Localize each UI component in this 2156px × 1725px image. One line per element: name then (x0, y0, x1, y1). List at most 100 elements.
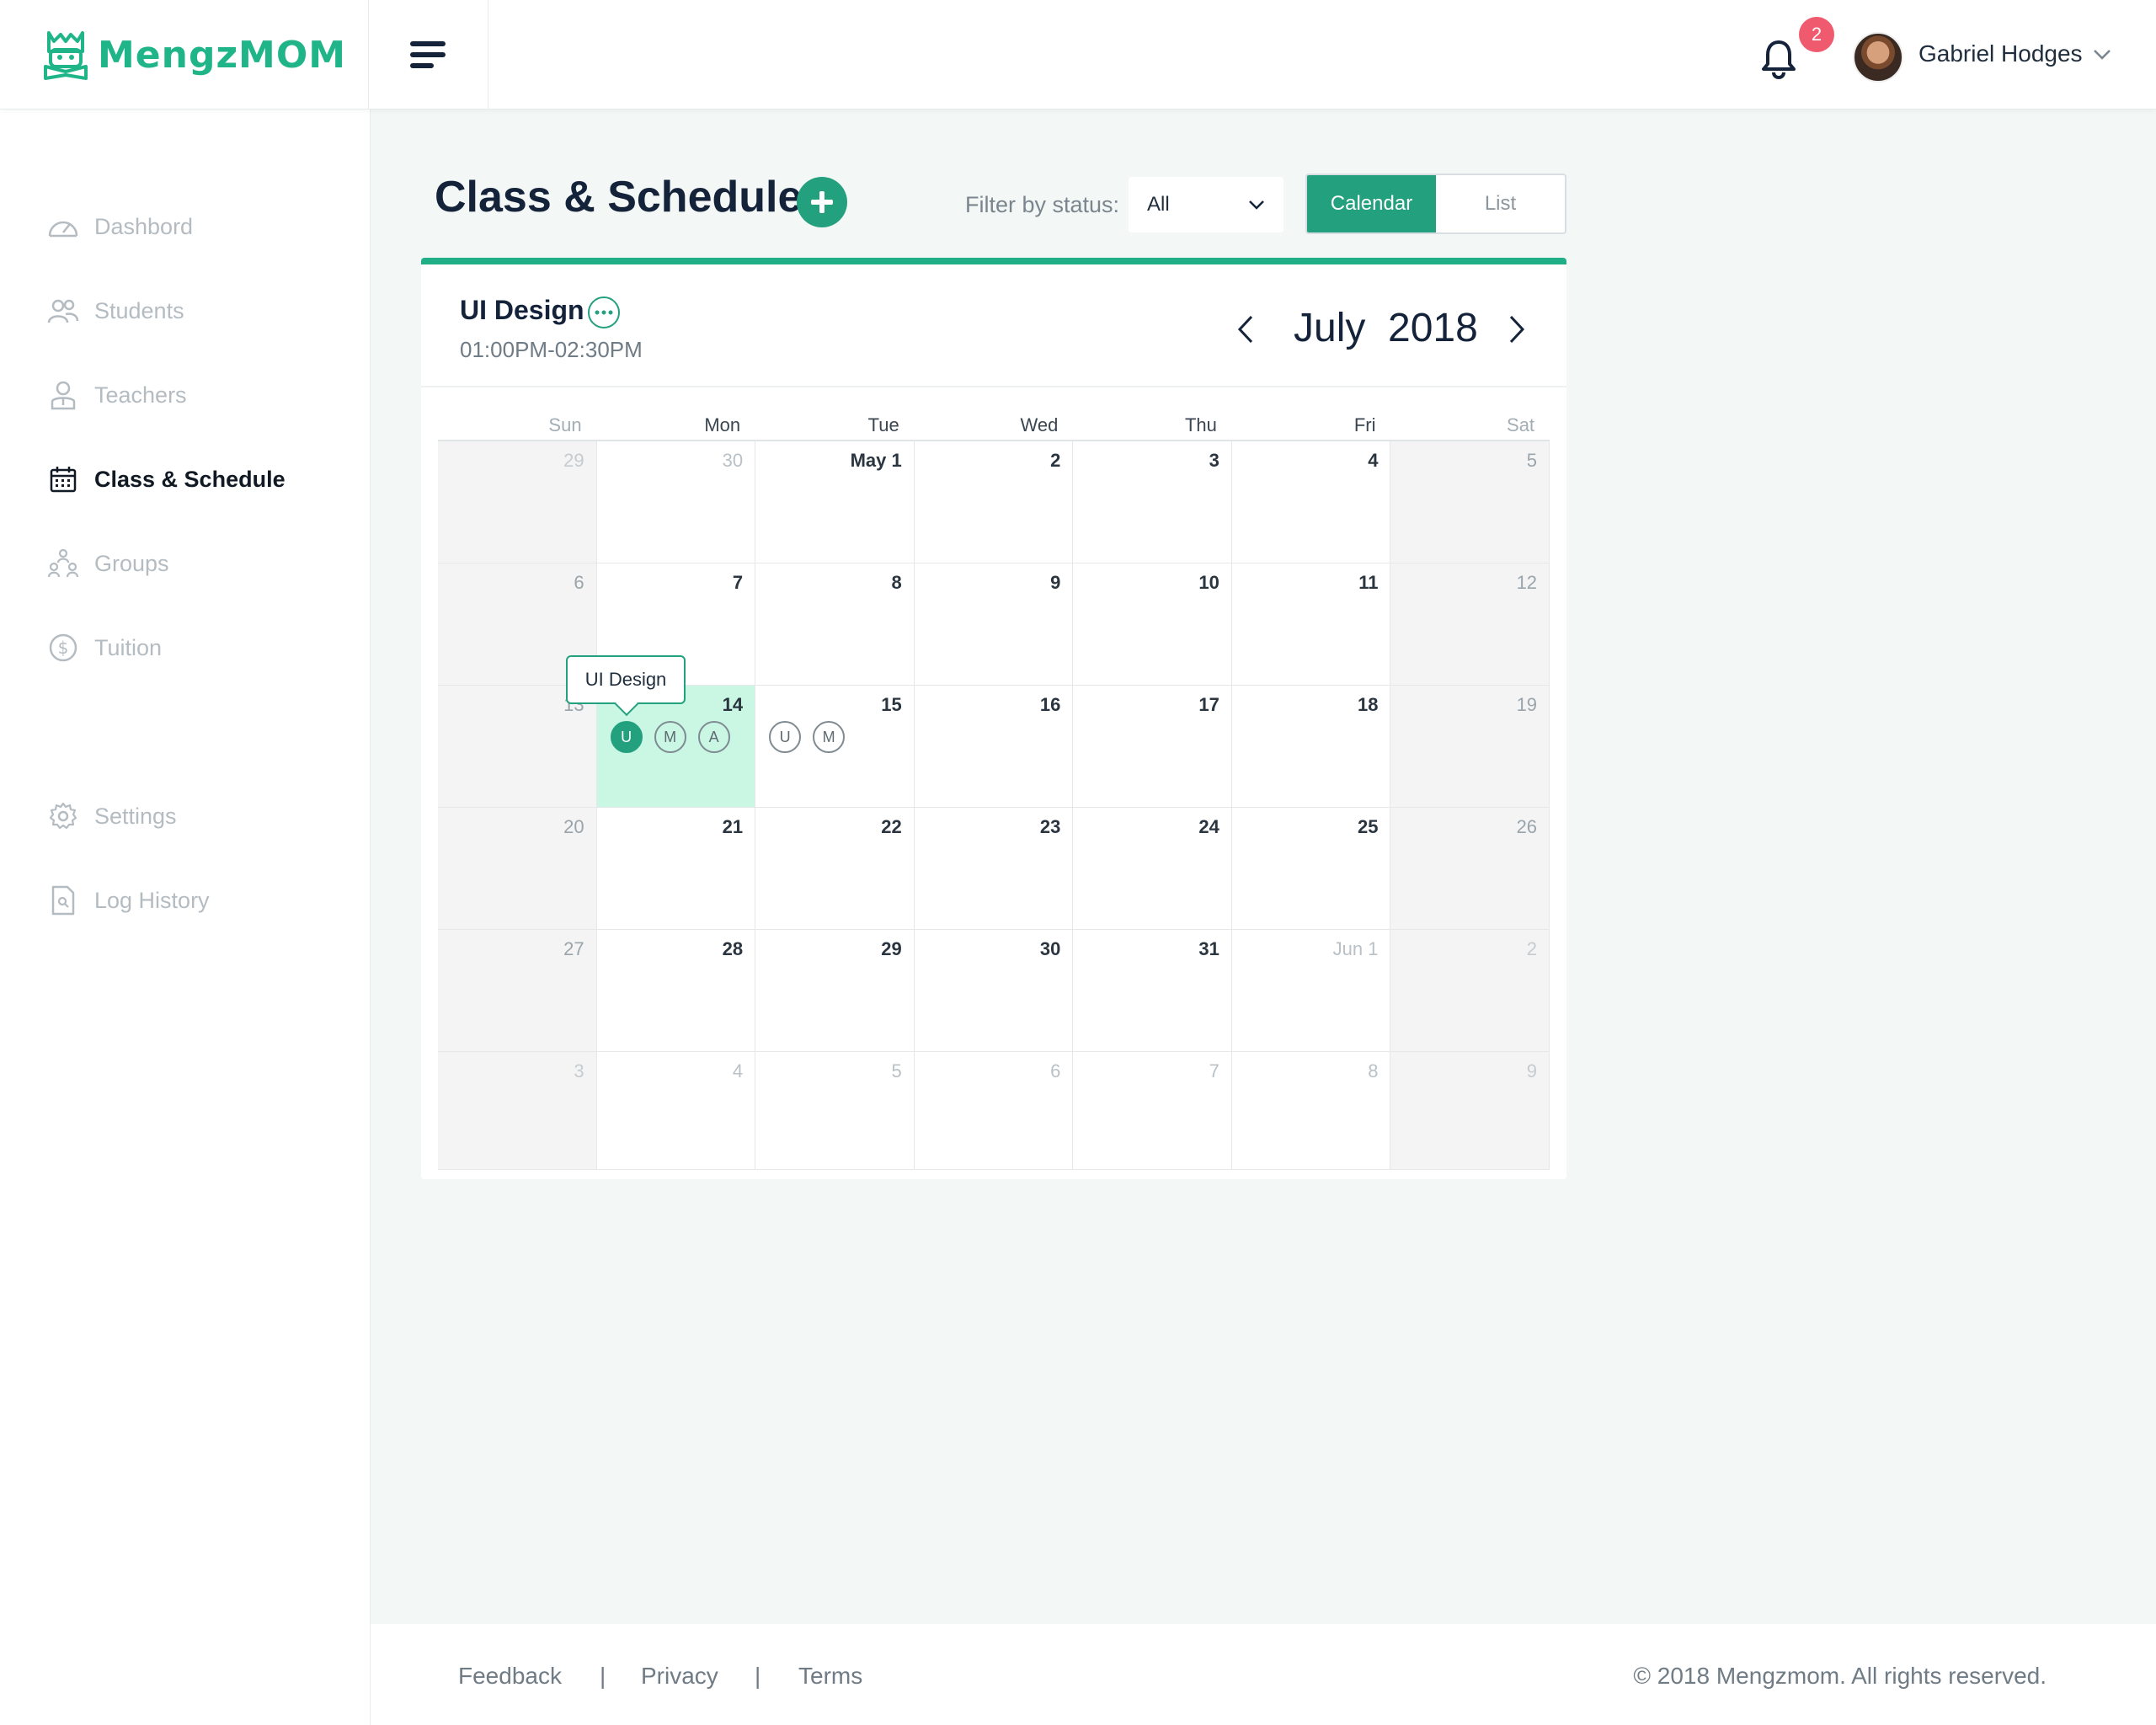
list-view-button[interactable]: List (1436, 175, 1565, 232)
sidebar-item-label: Groups (94, 550, 169, 576)
sidebar-item-label: Log History (94, 887, 210, 913)
sidebar-item-dashboard[interactable]: Dashbord (47, 206, 193, 248)
day-number: 16 (1039, 694, 1061, 715)
calendar-day[interactable]: 25 (1231, 808, 1391, 930)
calendar-day[interactable]: 30 (914, 930, 1074, 1052)
top-bar: MengzMOM 2 Gabriel Hodges (0, 0, 2156, 109)
event-chip[interactable]: U (769, 721, 802, 753)
day-number: 20 (563, 816, 584, 837)
calendar-day[interactable]: 10 (1073, 563, 1232, 686)
feedback-link[interactable]: Feedback (458, 1663, 562, 1690)
calendar-day[interactable]: 27 (438, 930, 597, 1052)
notifications-button[interactable] (1760, 39, 1797, 80)
event-more-button[interactable] (588, 296, 620, 328)
user-name[interactable]: Gabriel Hodges (1919, 40, 2083, 67)
sidebar-item-label: Tuition (94, 634, 163, 660)
weekday-label: Wed (1020, 414, 1059, 435)
calendar-day[interactable]: 23 (914, 808, 1074, 930)
sidebar-item-label: Settings (94, 803, 177, 829)
dashboard-icon (47, 211, 79, 243)
logo-icon (44, 31, 88, 80)
calendar-day[interactable]: 22 (755, 808, 915, 930)
sidebar-item-tuition[interactable]: $ Tuition (47, 627, 162, 669)
calendar-day[interactable]: 3 (1073, 441, 1232, 563)
day-number: 7 (732, 572, 744, 593)
day-number: 19 (1516, 694, 1538, 715)
previous-month-icon[interactable] (1236, 315, 1255, 344)
plus-icon (811, 191, 833, 213)
calendar-day[interactable]: 21 (596, 808, 756, 930)
weekday-label: Sun (548, 414, 582, 435)
calendar-day[interactable]: 2 (1390, 930, 1550, 1052)
calendar-day[interactable]: 9 (914, 563, 1074, 686)
day-number: 29 (881, 938, 902, 959)
calendar-day[interactable]: 4 (596, 1052, 756, 1170)
calendar-day[interactable]: 5 (755, 1052, 915, 1170)
day-number: 25 (1357, 816, 1379, 837)
day-number: 23 (1039, 816, 1061, 837)
chevron-down-icon[interactable] (2093, 49, 2111, 61)
filter-label: Filter by status: (965, 192, 1120, 217)
calendar-grid: Sun Mon Tue Wed Thu Fri Sat 29 30 May 1 … (438, 406, 1550, 1170)
event-chip[interactable]: A (697, 721, 730, 753)
sidebar-item-label: Dashbord (94, 213, 194, 239)
status-filter-select[interactable]: All (1129, 177, 1283, 232)
event-chip[interactable]: M (813, 721, 846, 753)
calendar-view-button[interactable]: Calendar (1307, 175, 1436, 232)
sidebar-item-students[interactable]: Students (47, 290, 184, 332)
logo-text: MengzMOM (98, 33, 347, 77)
calendar-day[interactable]: 31 (1073, 930, 1232, 1052)
calendar-day[interactable]: 8 (1231, 1052, 1391, 1170)
calendar-day[interactable]: 2 (914, 441, 1074, 563)
day-number: 9 (1050, 572, 1061, 593)
next-month-icon[interactable] (1508, 315, 1526, 344)
sidebar-item-log-history[interactable]: Log History (47, 879, 210, 921)
calendar-day[interactable]: 12 (1390, 563, 1550, 686)
sidebar-item-groups[interactable]: Groups (47, 542, 169, 585)
add-class-button[interactable] (797, 177, 847, 227)
calendar-day[interactable]: May 1 (755, 441, 915, 563)
calendar-day[interactable]: 11 (1231, 563, 1391, 686)
calendar-day[interactable]: 9 (1390, 1052, 1550, 1170)
sidebar-item-teachers[interactable]: Teachers (47, 374, 187, 416)
terms-link[interactable]: Terms (798, 1663, 862, 1690)
calendar-day[interactable]: 28 (596, 930, 756, 1052)
calendar-day[interactable]: 3 (438, 1052, 597, 1170)
calendar-day[interactable]: 8 (755, 563, 915, 686)
day-number: 3 (1209, 450, 1219, 471)
calendar-day[interactable]: 4 (1231, 441, 1391, 563)
calendar-header: UI Design 01:00PM-02:30PM July 2018 (421, 264, 1566, 387)
avatar[interactable] (1853, 32, 1903, 83)
dollar-icon: $ (47, 632, 79, 664)
sidebar-item-settings[interactable]: Settings (47, 795, 177, 837)
calendar-day[interactable]: 30 (596, 441, 756, 563)
day-number: 8 (1368, 1060, 1379, 1081)
calendar-day[interactable]: 5 (1390, 441, 1550, 563)
calendar-day[interactable]: 24 (1073, 808, 1232, 930)
calendar-day[interactable]: 29 (438, 441, 597, 563)
event-chip[interactable]: M (654, 721, 686, 753)
menu-toggle-button[interactable] (369, 0, 488, 109)
privacy-link[interactable]: Privacy (641, 1663, 718, 1690)
calendar-day[interactable]: 6 (914, 1052, 1074, 1170)
calendar-day[interactable]: 20 (438, 808, 597, 930)
calendar-day[interactable]: Jun 1 (1231, 930, 1391, 1052)
calendar-day[interactable]: 26 (1390, 808, 1550, 930)
event-chips: U M A (610, 721, 730, 753)
calendar-day[interactable]: 15 U M (755, 686, 915, 808)
calendar-day[interactable]: 7 (1073, 1052, 1232, 1170)
calendar-day[interactable]: 17 (1073, 686, 1232, 808)
sidebar-item-label: Teachers (94, 382, 187, 408)
calendar-day[interactable]: 29 (755, 930, 915, 1052)
event-chip[interactable]: U (610, 721, 643, 753)
day-number: 29 (563, 450, 584, 471)
event-tooltip: UI Design (566, 655, 686, 704)
sidebar-item-class-schedule[interactable]: Class & Schedule (47, 458, 286, 500)
notification-badge: 2 (1799, 17, 1834, 52)
logo[interactable]: MengzMOM (0, 0, 369, 109)
calendar-day[interactable]: 19 (1390, 686, 1550, 808)
calendar-day[interactable]: 18 (1231, 686, 1391, 808)
day-number: 22 (881, 816, 902, 837)
weekday-label: Tue (867, 414, 899, 435)
calendar-day[interactable]: 16 (914, 686, 1074, 808)
